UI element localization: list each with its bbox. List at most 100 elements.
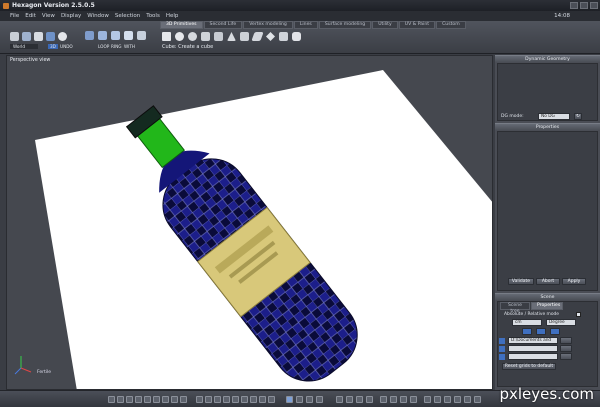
view-dual-icon[interactable] bbox=[117, 396, 124, 403]
coordinate-space-select[interactable]: World bbox=[10, 44, 38, 49]
help-icon[interactable] bbox=[444, 396, 451, 403]
browse-button[interactable] bbox=[560, 337, 572, 344]
isolate-icon[interactable] bbox=[410, 396, 417, 403]
select-arrow-icon[interactable] bbox=[10, 32, 19, 41]
cube-icon[interactable] bbox=[162, 32, 171, 41]
lasso-icon[interactable] bbox=[22, 32, 31, 41]
shadow-icon[interactable] bbox=[241, 396, 248, 403]
menu-edit[interactable]: Edit bbox=[25, 13, 36, 19]
render-icon[interactable] bbox=[268, 396, 275, 403]
z-browse-button[interactable] bbox=[560, 353, 572, 360]
symmetry-icon[interactable] bbox=[380, 396, 387, 403]
light-icon[interactable] bbox=[232, 396, 239, 403]
menu-window[interactable]: Window bbox=[87, 13, 109, 19]
ring-label[interactable]: RING bbox=[111, 44, 122, 49]
diamond-icon[interactable] bbox=[266, 32, 275, 41]
properties-header[interactable]: Properties bbox=[495, 123, 600, 130]
dg-refresh-button[interactable]: ↻ bbox=[574, 113, 582, 120]
unit-select[interactable]: cm bbox=[512, 319, 542, 326]
tab-lines[interactable]: Lines bbox=[293, 21, 318, 29]
grid-toggle-icon[interactable] bbox=[196, 396, 203, 403]
face-mode-icon[interactable] bbox=[111, 31, 120, 40]
hide-icon[interactable] bbox=[390, 396, 397, 403]
eye-icon[interactable] bbox=[550, 328, 560, 335]
undo-label[interactable]: UNDO bbox=[60, 44, 73, 49]
camera-reset-icon[interactable] bbox=[424, 396, 431, 403]
texture-icon[interactable] bbox=[223, 396, 230, 403]
cylinder-icon[interactable] bbox=[214, 32, 223, 41]
torus-icon[interactable] bbox=[201, 32, 210, 41]
tab-scene-properties[interactable]: Properties bbox=[531, 302, 563, 310]
menu-display[interactable]: Display bbox=[61, 13, 81, 19]
rotate-view-icon[interactable] bbox=[306, 396, 313, 403]
tab-scene-tree[interactable]: Scene tree bbox=[500, 302, 530, 314]
abort-button[interactable]: Abort bbox=[536, 278, 560, 285]
scene-header[interactable]: Scene bbox=[495, 293, 600, 300]
info-icon[interactable] bbox=[464, 396, 471, 403]
menu-file[interactable]: File bbox=[10, 13, 19, 19]
snap-icon[interactable] bbox=[536, 328, 546, 335]
validate-button[interactable]: Validate bbox=[508, 278, 534, 285]
loop-label[interactable]: LOOP bbox=[98, 44, 109, 49]
paint-select-icon[interactable] bbox=[46, 32, 55, 41]
axis-x-icon[interactable] bbox=[499, 338, 505, 344]
zoom-icon[interactable] bbox=[286, 396, 293, 403]
perspective-viewport[interactable]: Perspective view Fertile bbox=[6, 55, 493, 390]
menu-selection[interactable]: Selection bbox=[115, 13, 140, 19]
smooth-icon[interactable] bbox=[214, 396, 221, 403]
y-field[interactable] bbox=[508, 345, 558, 352]
plane-icon[interactable] bbox=[251, 32, 264, 41]
auto-mode-icon[interactable] bbox=[137, 31, 146, 40]
tab-utility[interactable]: Utility bbox=[372, 21, 398, 29]
dg-mode-select[interactable]: No DG bbox=[538, 113, 570, 120]
tube-icon[interactable] bbox=[240, 32, 249, 41]
tab-second-life[interactable]: Second Life bbox=[203, 21, 243, 29]
with-label[interactable]: WITH bbox=[124, 44, 135, 49]
angle-select[interactable]: Degree bbox=[546, 319, 576, 326]
reset-grids-button[interactable]: Reset grids to default bbox=[502, 363, 556, 370]
view-side-icon[interactable] bbox=[153, 396, 160, 403]
info-icon[interactable] bbox=[454, 396, 461, 403]
snap-edge-icon[interactable] bbox=[356, 396, 363, 403]
menu-help[interactable]: Help bbox=[166, 13, 179, 19]
sphere-select-icon[interactable] bbox=[58, 32, 67, 41]
pan-icon[interactable] bbox=[296, 396, 303, 403]
settings-icon[interactable] bbox=[434, 396, 441, 403]
ball-icon[interactable] bbox=[188, 32, 197, 41]
view-quad-icon[interactable] bbox=[126, 396, 133, 403]
snap-vertex-icon[interactable] bbox=[346, 396, 353, 403]
minimize-button[interactable] bbox=[570, 2, 578, 9]
sphere-icon[interactable] bbox=[175, 32, 184, 41]
pin-icon[interactable] bbox=[522, 328, 532, 335]
view-top-icon[interactable] bbox=[135, 396, 142, 403]
menu-tools[interactable]: Tools bbox=[146, 13, 160, 19]
magnet-icon[interactable] bbox=[34, 32, 43, 41]
edge-mode-icon[interactable] bbox=[98, 31, 107, 40]
tab-uv-paint[interactable]: UV & Paint bbox=[398, 21, 436, 29]
dynamic-geometry-header[interactable]: Dynamic Geometry bbox=[495, 55, 600, 62]
view-persp-icon[interactable] bbox=[162, 396, 169, 403]
cone-icon[interactable] bbox=[227, 32, 236, 41]
y-browse-button[interactable] bbox=[560, 345, 572, 352]
wireframe-icon[interactable] bbox=[205, 396, 212, 403]
frame-icon[interactable] bbox=[316, 396, 323, 403]
view-uv-icon[interactable] bbox=[180, 396, 187, 403]
disc-icon[interactable] bbox=[279, 32, 288, 41]
tab-custom[interactable]: Custom bbox=[436, 21, 466, 29]
maximize-button[interactable] bbox=[580, 2, 588, 9]
select-mode-badge[interactable]: 3D bbox=[48, 44, 58, 49]
snap-grid-icon[interactable] bbox=[336, 396, 343, 403]
view-front-icon[interactable] bbox=[144, 396, 151, 403]
close-button[interactable] bbox=[590, 2, 598, 9]
tab-surface-modeling[interactable]: Surface modeling bbox=[318, 21, 372, 29]
object-mode-icon[interactable] bbox=[124, 31, 133, 40]
path-field[interactable]: D:\Documents and bbox=[508, 337, 558, 344]
tab-3d-primitives[interactable]: 3D Primitives bbox=[160, 21, 203, 29]
view-camera-icon[interactable] bbox=[171, 396, 178, 403]
axis-z-icon[interactable] bbox=[499, 354, 505, 360]
z-field[interactable] bbox=[508, 353, 558, 360]
axis-y-icon[interactable] bbox=[499, 346, 505, 352]
backface-icon[interactable] bbox=[259, 396, 266, 403]
tab-vertex-modeling[interactable]: Vertex modeling bbox=[243, 21, 293, 29]
snap-face-icon[interactable] bbox=[366, 396, 373, 403]
